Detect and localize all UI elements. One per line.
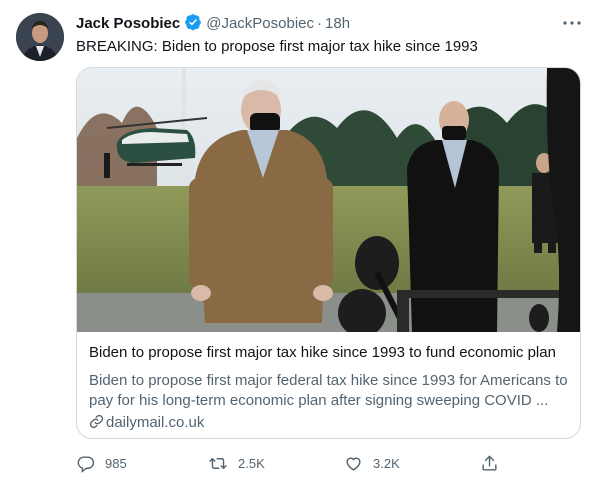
card-description-line1: Biden to propose first major federal tax… xyxy=(89,372,568,389)
separator-dot: · xyxy=(317,15,323,32)
retweet-count: 2.5K xyxy=(238,455,265,471)
like-button[interactable]: 3.2K xyxy=(344,452,400,474)
verified-badge-icon xyxy=(184,13,202,36)
card-description: Biden to propose first major federal tax… xyxy=(89,371,573,411)
card-description-line2: pay for his long-term economic plan afte… xyxy=(89,392,549,409)
reply-button[interactable]: 985 xyxy=(76,452,127,474)
author-name[interactable]: Jack Posobiec xyxy=(76,15,180,32)
avatar[interactable] xyxy=(16,13,64,61)
reply-count: 985 xyxy=(105,455,127,471)
card-domain: dailymail.co.uk xyxy=(89,413,573,435)
link-icon xyxy=(89,414,104,435)
more-options-icon[interactable] xyxy=(560,13,584,33)
retweet-button[interactable]: 2.5K xyxy=(208,452,265,474)
like-icon[interactable] xyxy=(344,454,363,473)
card-image[interactable] xyxy=(77,68,580,332)
action-bar: 985 2.5K 3.2K xyxy=(76,452,506,474)
card-text: Biden to propose first major tax hike si… xyxy=(89,343,573,435)
author-handle[interactable]: @JackPosobiec xyxy=(206,15,314,32)
tweet-header: Jack Posobiec @JackPosobiec · 18h xyxy=(76,13,586,33)
retweet-icon[interactable] xyxy=(208,454,228,473)
timestamp[interactable]: 18h xyxy=(325,15,350,32)
share-button[interactable] xyxy=(480,452,499,474)
reply-icon[interactable] xyxy=(76,454,95,473)
card-domain-text: dailymail.co.uk xyxy=(106,414,205,431)
tweet-text: BREAKING: Biden to propose first major t… xyxy=(76,38,478,55)
card-title: Biden to propose first major tax hike si… xyxy=(89,344,556,361)
like-count: 3.2K xyxy=(373,455,400,471)
link-card[interactable]: Biden to propose first major tax hike si… xyxy=(76,67,581,439)
tweet[interactable]: Jack Posobiec @JackPosobiec · 18h BREAKING:… xyxy=(0,0,598,483)
share-icon[interactable] xyxy=(480,454,499,473)
